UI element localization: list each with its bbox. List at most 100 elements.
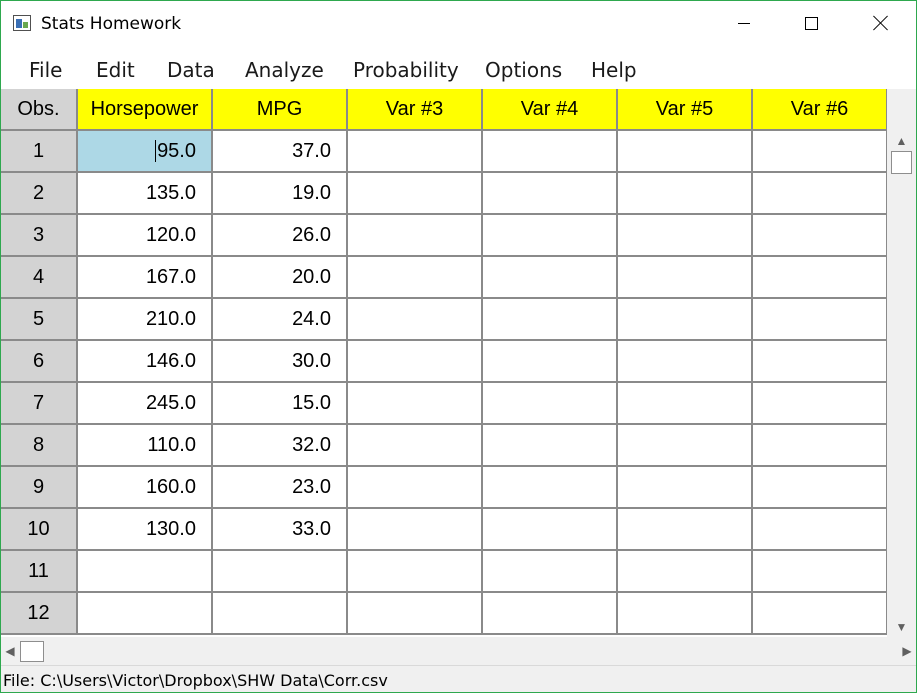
grid-cell[interactable] [753,341,887,383]
row-header[interactable]: 10 [1,509,78,551]
grid-cell[interactable]: 245.0 [78,383,213,425]
grid-cell[interactable] [348,467,483,509]
grid-cell[interactable] [348,131,483,173]
grid-cell[interactable] [753,383,887,425]
grid-cell[interactable] [618,215,753,257]
app-icon[interactable] [13,15,31,31]
grid-cell[interactable] [618,593,753,635]
row-header[interactable]: 4 [1,257,78,299]
grid-cell[interactable] [618,425,753,467]
grid-cell[interactable] [348,173,483,215]
grid-cell[interactable]: 32.0 [213,425,348,467]
column-header[interactable]: Var #3 [348,89,483,131]
title-bar[interactable]: Stats Homework [1,1,916,47]
grid-cell[interactable] [483,257,618,299]
grid-cell[interactable] [753,131,887,173]
column-header[interactable]: Var #6 [753,89,887,131]
grid-cell[interactable]: 210.0 [78,299,213,341]
grid-cell[interactable] [348,299,483,341]
menu-help[interactable]: Help [591,58,637,82]
grid-cell[interactable] [618,341,753,383]
grid-cell[interactable] [753,551,887,593]
scroll-up-icon[interactable]: ▲ [887,131,916,151]
grid-cell[interactable]: 130.0 [78,509,213,551]
column-header[interactable]: MPG [213,89,348,131]
grid-cell[interactable] [753,509,887,551]
grid-cell[interactable] [483,341,618,383]
grid-cell[interactable] [618,257,753,299]
grid-cell[interactable]: 37.0 [213,131,348,173]
menu-data[interactable]: Data [167,58,215,82]
grid-cell[interactable] [483,425,618,467]
grid-cell[interactable]: 167.0 [78,257,213,299]
grid-cell[interactable] [618,551,753,593]
grid-cell[interactable] [618,467,753,509]
grid-cell[interactable]: 23.0 [213,467,348,509]
grid-cell[interactable] [753,299,887,341]
grid-cell[interactable]: 30.0 [213,341,348,383]
scroll-left-icon[interactable]: ◀ [1,637,19,665]
grid-cell[interactable] [483,173,618,215]
row-header[interactable]: 6 [1,341,78,383]
grid-cell[interactable] [483,593,618,635]
grid-cell[interactable]: 135.0 [78,173,213,215]
grid-cell[interactable]: 20.0 [213,257,348,299]
row-header[interactable]: 1 [1,131,78,173]
grid-cell[interactable] [213,593,348,635]
column-header[interactable]: Var #4 [483,89,618,131]
menu-probability[interactable]: Probability [353,58,459,82]
menu-options[interactable]: Options [485,58,562,82]
grid-cell[interactable] [753,425,887,467]
grid-cell[interactable] [753,215,887,257]
menu-analyze[interactable]: Analyze [245,58,324,82]
row-header[interactable]: 12 [1,593,78,635]
row-header[interactable]: 8 [1,425,78,467]
row-header[interactable]: 5 [1,299,78,341]
grid-cell[interactable] [483,383,618,425]
grid-cell[interactable]: 146.0 [78,341,213,383]
maximize-button[interactable] [778,1,844,47]
row-header[interactable]: 9 [1,467,78,509]
grid-cell[interactable] [348,383,483,425]
grid-cell[interactable] [753,467,887,509]
grid-cell[interactable] [348,341,483,383]
menu-edit[interactable]: Edit [96,58,135,82]
vertical-scroll-thumb[interactable] [891,151,912,174]
grid-cell[interactable] [753,257,887,299]
grid-cell[interactable] [483,215,618,257]
horizontal-scroll-thumb[interactable] [20,641,44,662]
grid-cell[interactable]: 15.0 [213,383,348,425]
vertical-scrollbar[interactable]: ▲ ▼ [887,131,916,637]
column-header[interactable]: Horsepower [78,89,213,131]
grid-cell[interactable]: 24.0 [213,299,348,341]
grid-cell[interactable] [348,425,483,467]
grid-cell[interactable]: 26.0 [213,215,348,257]
grid-cell[interactable] [483,551,618,593]
close-button[interactable] [848,1,914,47]
grid-cell[interactable] [753,173,887,215]
grid-cell[interactable] [618,299,753,341]
row-header[interactable]: 7 [1,383,78,425]
column-header[interactable]: Var #5 [618,89,753,131]
grid-cell[interactable]: 120.0 [78,215,213,257]
row-header[interactable]: 2 [1,173,78,215]
grid-cell[interactable] [348,257,483,299]
grid-cell[interactable]: 160.0 [78,467,213,509]
grid-cell[interactable] [348,593,483,635]
grid-cell[interactable] [618,383,753,425]
grid-cell[interactable] [483,509,618,551]
grid-cell[interactable] [348,215,483,257]
horizontal-scrollbar[interactable]: ◀ ▶ [1,637,916,665]
grid-cell[interactable] [753,593,887,635]
menu-file[interactable]: File [29,58,62,82]
scroll-right-icon[interactable]: ▶ [898,637,916,665]
row-header[interactable]: 11 [1,551,78,593]
scroll-down-icon[interactable]: ▼ [887,617,916,637]
grid-cell[interactable]: 110.0 [78,425,213,467]
grid-cell[interactable] [213,551,348,593]
selected-cell[interactable]: 95.0 [78,131,213,173]
grid-cell[interactable] [618,131,753,173]
grid-cell[interactable] [78,551,213,593]
grid-cell[interactable] [348,509,483,551]
grid-cell[interactable] [483,131,618,173]
